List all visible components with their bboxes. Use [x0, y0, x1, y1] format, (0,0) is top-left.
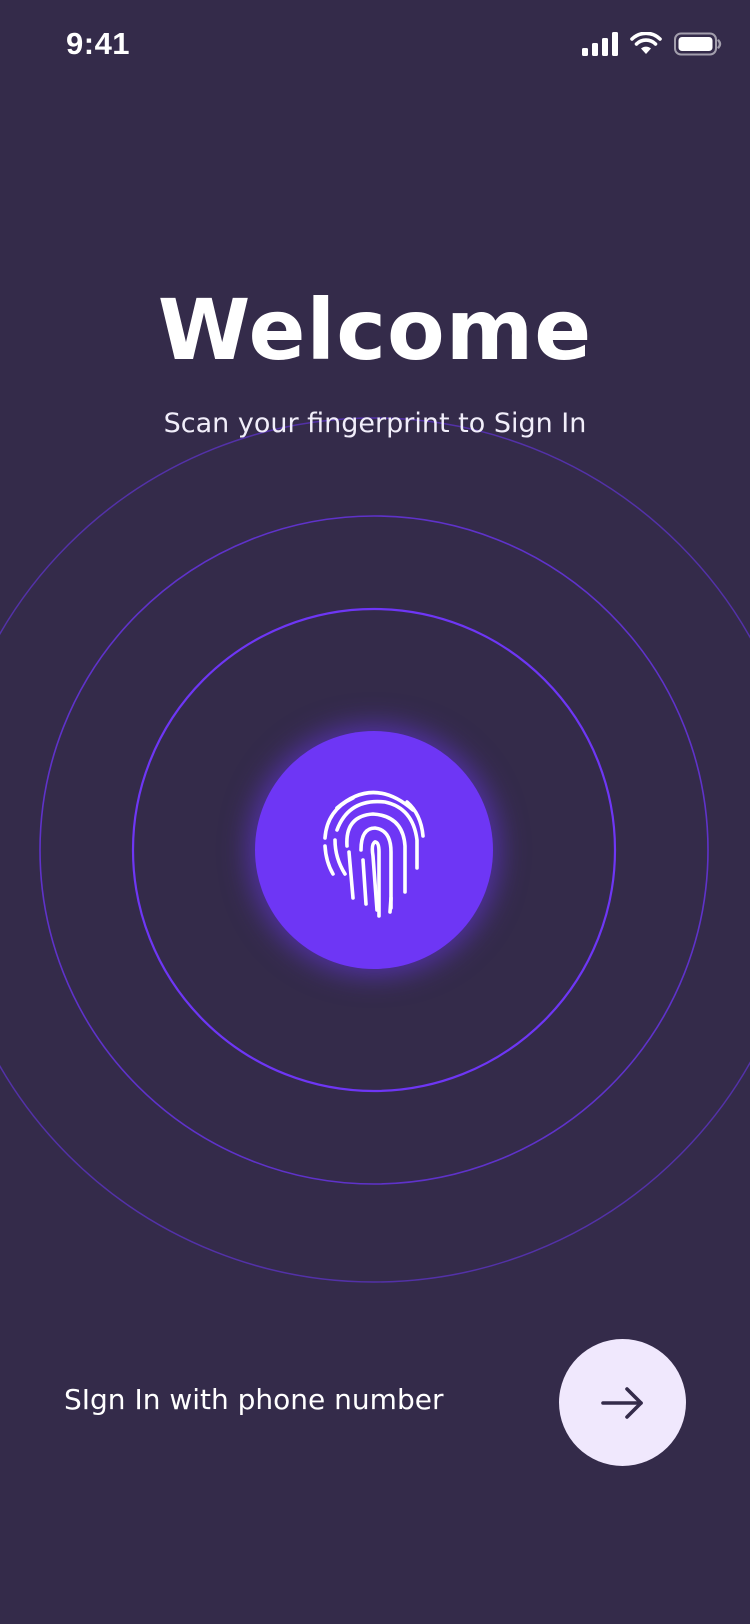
fingerprint-icon: [323, 790, 425, 918]
fingerprint-scan-button[interactable]: [255, 731, 493, 969]
sign-in-screen: 9:41 Welcome Scan your fingerprint to Si…: [0, 0, 750, 1624]
page-title: Welcome: [157, 281, 593, 379]
page-subtitle: Scan your fingerprint to Sign In: [163, 408, 587, 439]
cellular-signal-icon: [582, 32, 618, 60]
wifi-icon: [630, 31, 662, 60]
status-bar: 9:41: [0, 0, 750, 92]
arrow-right-icon: [600, 1386, 643, 1419]
status-icons: [582, 31, 722, 60]
phone-signin-label[interactable]: SIgn In with phone number: [64, 1380, 443, 1420]
phone-signin-arrow-button[interactable]: [559, 1339, 686, 1466]
battery-icon: [674, 32, 722, 60]
status-time: 9:41: [66, 26, 131, 61]
